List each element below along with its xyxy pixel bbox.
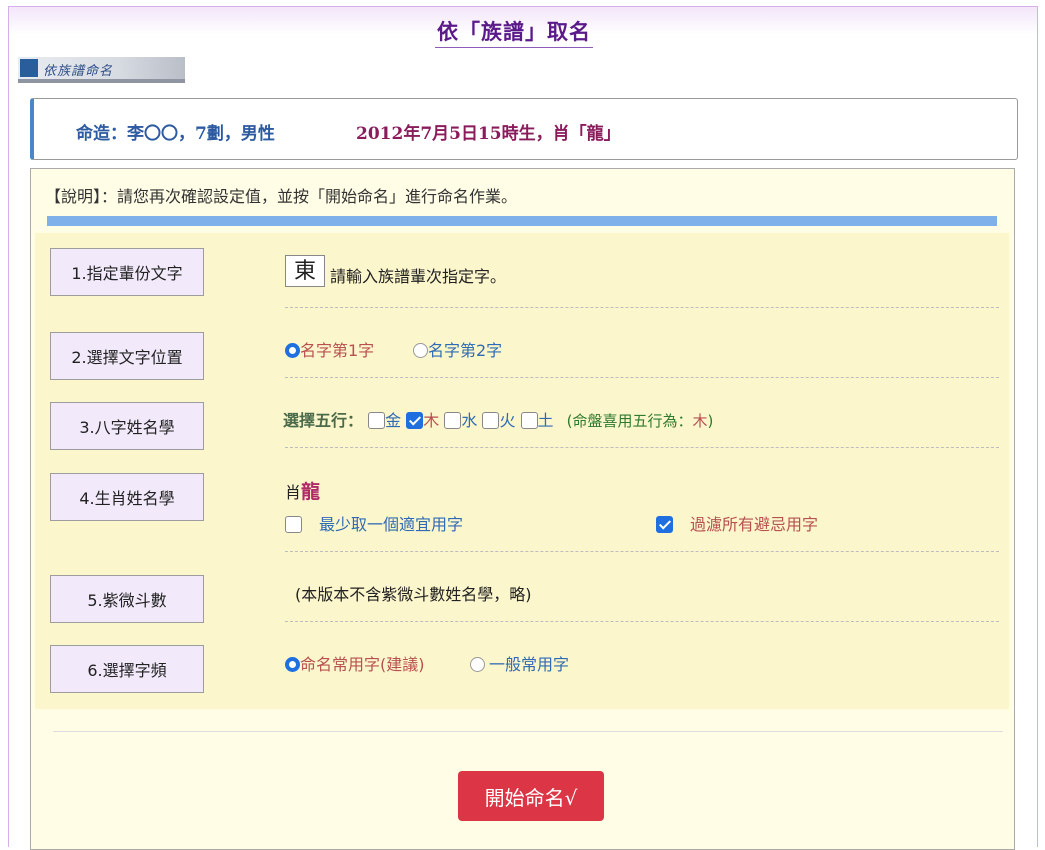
favorable-element-note: (命盤喜用五行為：木) — [567, 412, 714, 430]
zodiac-line: 肖龍 — [285, 477, 320, 504]
generation-char-hint: 請輸入族譜輩次指定字。 — [330, 267, 507, 286]
row-divider — [285, 621, 999, 622]
destiny-prefix: 命造：李〇〇，7劃，男性 — [76, 124, 275, 144]
position-option-2-label: 名字第2字 — [428, 341, 503, 360]
position-option-1[interactable]: 名字第1字 — [285, 337, 374, 361]
page-title: 依「族譜」取名 — [435, 16, 593, 48]
frequency-option-naming-label: 命名常用字(建議) — [300, 655, 425, 674]
frequency-option-general[interactable]: 一般常用字 — [470, 651, 569, 675]
generation-char-input[interactable]: 東 — [285, 255, 325, 287]
element-checkbox-metal[interactable] — [368, 412, 386, 429]
settings-panel: 【說明】：請您再次確認設定值，並按「開始命名」進行命名作業。 1.指定輩份文字 … — [30, 168, 1015, 850]
row-divider — [285, 447, 999, 448]
filter-taboo-label: 過濾所有避忌用字 — [690, 515, 819, 534]
zodiac-value: 龍 — [301, 481, 321, 503]
element-label-metal: 金 — [385, 411, 402, 430]
row5-label-button[interactable]: 5.紫微斗數 — [50, 575, 204, 623]
favorable-element-note-suffix: ) — [707, 412, 714, 430]
five-elements-prefix: 選擇五行： — [283, 411, 364, 430]
destiny-card: 命造：李〇〇，7劃，男性 2012年7月5日15時生，肖「龍」 — [30, 98, 1018, 160]
banner-shadow — [18, 79, 185, 83]
row4-label-button[interactable]: 4.生肖姓名學 — [50, 473, 204, 521]
min-suitable-label: 最少取一個適宜用字 — [319, 515, 464, 534]
section-banner: 依族譜命名 — [18, 57, 185, 83]
min-suitable-checkbox[interactable] — [285, 516, 302, 533]
filter-taboo-checkbox[interactable] — [656, 516, 673, 533]
row6-label-button[interactable]: 6.選擇字頻 — [50, 645, 204, 693]
accent-bar — [47, 216, 997, 226]
radio-selected-icon[interactable] — [285, 657, 300, 672]
element-label-earth: 土 — [537, 411, 554, 430]
explain-text: 【說明】：請您再次確認設定值，並按「開始命名」進行命名作業。 — [45, 187, 518, 206]
element-checkbox-earth[interactable] — [520, 412, 538, 429]
row-divider — [285, 377, 999, 378]
favorable-element-note-prefix: (命盤喜用五行為： — [566, 412, 693, 430]
frequency-option-general-label: 一般常用字 — [489, 655, 570, 674]
filter-taboo-option[interactable]: 過濾所有避忌用字 — [656, 511, 818, 535]
row3-label-button[interactable]: 3.八字姓名學 — [50, 402, 204, 450]
settings-form: 1.指定輩份文字 東 請輸入族譜輩次指定字。 2.選擇文字位置 名字第1字 名字… — [35, 233, 1009, 709]
position-option-1-label: 名字第1字 — [300, 341, 375, 360]
destiny-birth: 2012年7月5日15時生，肖「龍」 — [356, 124, 621, 144]
start-naming-button[interactable]: 開始命名√ — [458, 771, 604, 821]
ziwei-note: (本版本不含紫微斗數姓名學，略) — [295, 585, 532, 604]
element-checkbox-water[interactable] — [444, 412, 462, 429]
radio-unselected-icon[interactable] — [470, 657, 485, 672]
element-checkbox-wood[interactable] — [406, 412, 424, 429]
zodiac-prefix: 肖 — [285, 483, 302, 502]
row2-label-button[interactable]: 2.選擇文字位置 — [50, 332, 204, 380]
banner-square-icon — [20, 59, 38, 77]
element-label-wood: 木 — [423, 411, 440, 430]
element-label-fire: 火 — [499, 411, 516, 430]
frequency-option-naming[interactable]: 命名常用字(建議) — [285, 651, 425, 675]
element-label-water: 水 — [461, 411, 478, 430]
favorable-element-value: 木 — [692, 412, 708, 430]
row1-label-button[interactable]: 1.指定輩份文字 — [50, 248, 204, 296]
banner-label: 依族譜命名 — [43, 64, 114, 79]
row-divider — [285, 551, 999, 552]
row-divider — [285, 307, 999, 308]
element-checkbox-fire[interactable] — [482, 412, 500, 429]
radio-selected-icon[interactable] — [285, 343, 300, 358]
min-suitable-option[interactable]: 最少取一個適宜用字 — [285, 511, 463, 535]
radio-unselected-icon[interactable] — [413, 343, 428, 358]
five-elements-row: 選擇五行： 金 木 水 火 土 (命盤喜用五行為：木) — [283, 407, 713, 431]
position-option-2[interactable]: 名字第2字 — [413, 337, 502, 361]
form-separator — [53, 731, 1003, 732]
